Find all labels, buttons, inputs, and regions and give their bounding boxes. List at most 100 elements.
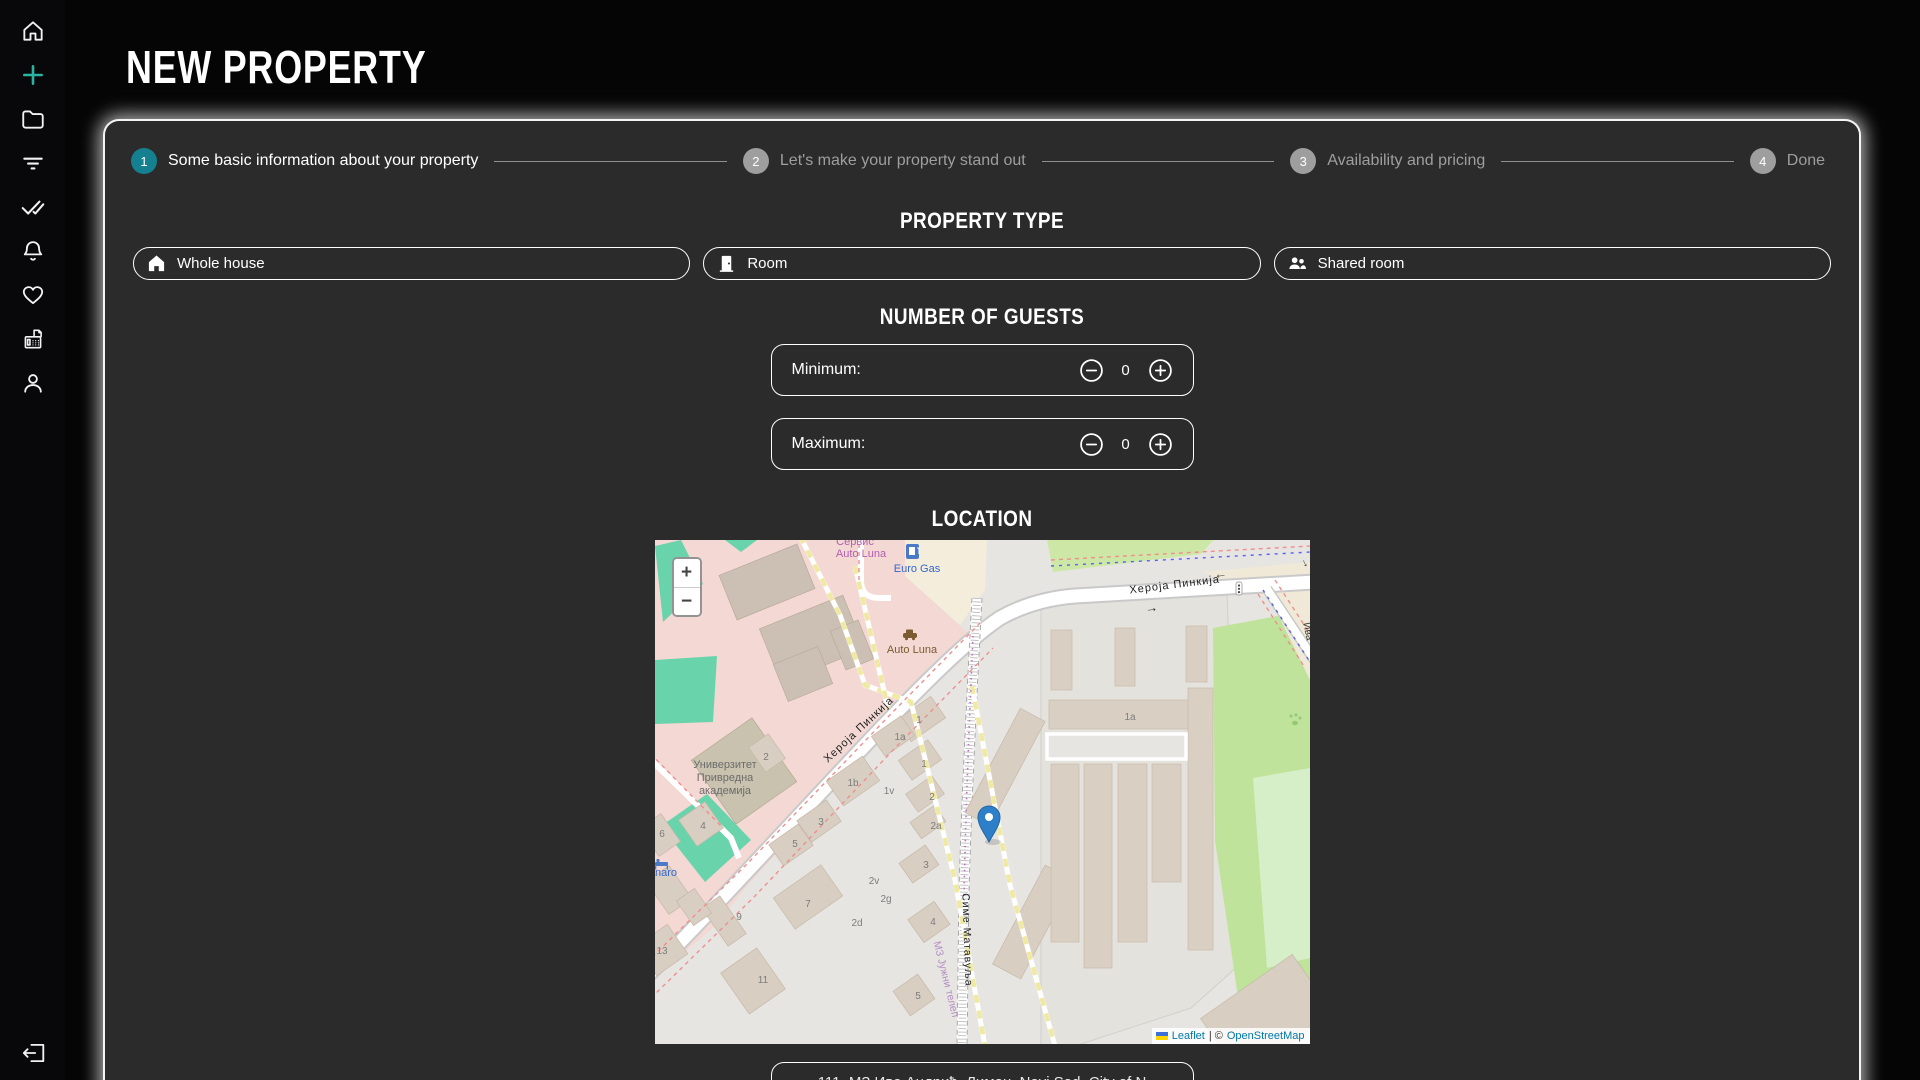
map-label: 11 xyxy=(757,975,768,986)
plus-circle-icon xyxy=(1148,358,1173,383)
guests-maximum-row: Maximum: 0 xyxy=(771,418,1194,470)
map-label: 4 xyxy=(930,917,936,928)
location-heading: LOCATION xyxy=(228,506,1736,532)
bell-icon xyxy=(20,238,46,264)
map-label: 3 xyxy=(818,817,824,828)
map-label: → xyxy=(1144,599,1159,615)
logout-icon xyxy=(20,1040,46,1066)
zoom-out-button[interactable]: − xyxy=(674,587,700,615)
maximum-decrement-button[interactable] xyxy=(1079,432,1104,457)
openstreetmap-link[interactable]: OpenStreetMap xyxy=(1227,1030,1305,1042)
property-type-room[interactable]: Room xyxy=(703,247,1260,280)
stepper: 1 Some basic information about your prop… xyxy=(105,121,1859,174)
property-type-whole-house[interactable]: Whole house xyxy=(133,247,690,280)
step-1-circle: 1 xyxy=(131,148,157,174)
map-label: 1a xyxy=(1124,712,1136,723)
map-label: 2 xyxy=(763,752,769,763)
sidebar-item-add-property[interactable] xyxy=(20,62,46,88)
folder-icon xyxy=(20,106,46,132)
step-1-label: Some basic information about your proper… xyxy=(168,152,478,170)
map-canvas: 11a11b1v2352a32v2g2d791113246451a Сервис… xyxy=(655,540,1310,1044)
map-label: 2 xyxy=(929,792,935,803)
step-4-circle: 4 xyxy=(1750,148,1776,174)
sidebar-item-logout[interactable] xyxy=(20,1040,46,1066)
heart-icon xyxy=(20,282,46,308)
map-label: 5 xyxy=(792,839,798,850)
sidebar-item-filters[interactable] xyxy=(20,150,46,176)
sidebar-item-documents[interactable] xyxy=(20,326,46,352)
minus-circle-icon xyxy=(1079,432,1104,457)
sidebar-item-properties[interactable] xyxy=(20,106,46,132)
map-label: Auto Luna xyxy=(886,644,937,656)
sidebar-item-home[interactable] xyxy=(20,18,46,44)
ukraine-flag-icon xyxy=(1156,1032,1168,1040)
person-icon xyxy=(20,370,46,396)
fax-icon xyxy=(20,326,46,352)
address-field[interactable]: 111, МЗ Иво Андрић, Лиман, Novi Sad, Cit… xyxy=(771,1062,1194,1080)
map-label: 1v xyxy=(883,786,894,797)
map-label: naro xyxy=(655,867,677,879)
people-icon xyxy=(1288,254,1307,273)
minus-circle-icon xyxy=(1079,358,1104,383)
map-label: 2d xyxy=(851,918,862,929)
step-3[interactable]: 3 Availability and pricing xyxy=(1290,148,1485,174)
traffic-signal-icon xyxy=(1236,582,1242,595)
leaflet-link[interactable]: Leaflet xyxy=(1172,1030,1205,1042)
map-label: 4 xyxy=(700,821,706,832)
guests-minimum-label: Minimum: xyxy=(792,361,1079,379)
plus-circle-icon xyxy=(1148,432,1173,457)
property-type-label: Whole house xyxy=(177,255,265,272)
step-connector xyxy=(1501,161,1734,162)
map-label: 9 xyxy=(736,912,742,923)
maximum-increment-button[interactable] xyxy=(1148,432,1173,457)
map-label: 2a xyxy=(930,821,942,832)
fuel-station-icon xyxy=(906,544,919,559)
house-icon xyxy=(147,254,166,273)
property-type-options: Whole house Room Shared room xyxy=(105,247,1859,280)
map-zoom-control: + − xyxy=(672,557,702,617)
map-label: Сервис xyxy=(836,540,874,548)
plus-icon xyxy=(20,62,46,88)
filter-icon xyxy=(20,150,46,176)
zoom-in-button[interactable]: + xyxy=(674,559,700,587)
guests-maximum-value: 0 xyxy=(1117,436,1135,453)
map-label: 1b xyxy=(847,778,859,789)
map-label: 3 xyxy=(923,860,929,871)
guests-minimum-value: 0 xyxy=(1117,362,1135,379)
map-label: 13 xyxy=(656,946,668,957)
sidebar-item-profile[interactable] xyxy=(20,370,46,396)
step-2[interactable]: 2 Let's make your property stand out xyxy=(743,148,1026,174)
minimum-increment-button[interactable] xyxy=(1148,358,1173,383)
sidebar xyxy=(0,0,65,1080)
map-label: 7 xyxy=(805,899,811,910)
sidebar-item-tasks[interactable] xyxy=(20,194,46,220)
sidebar-item-favorites[interactable] xyxy=(20,282,46,308)
map-label: УниверзитетПривреднаакадемија xyxy=(693,759,756,797)
new-property-card: 1 Some basic information about your prop… xyxy=(103,119,1861,1080)
map-label: 6 xyxy=(659,829,665,840)
step-3-label: Availability and pricing xyxy=(1327,152,1485,170)
home-icon xyxy=(20,18,46,44)
map-label: 2v xyxy=(868,876,879,887)
guests-maximum-label: Maximum: xyxy=(792,435,1079,453)
map-label: 1 xyxy=(916,715,922,726)
minimum-decrement-button[interactable] xyxy=(1079,358,1104,383)
location-map[interactable]: 11a11b1v2352a32v2g2d791113246451a Сервис… xyxy=(655,540,1310,1044)
step-1[interactable]: 1 Some basic information about your prop… xyxy=(131,148,478,174)
page-title: NEW PROPERTY xyxy=(126,40,426,94)
step-connector xyxy=(494,161,727,162)
map-label: 1a xyxy=(894,732,906,743)
step-2-circle: 2 xyxy=(743,148,769,174)
map-label: Euro Gas xyxy=(893,563,940,575)
sidebar-item-notifications[interactable] xyxy=(20,238,46,264)
property-type-shared-room[interactable]: Shared room xyxy=(1274,247,1831,280)
double-check-icon xyxy=(20,194,46,220)
map-label: Auto Luna xyxy=(835,548,886,560)
step-4[interactable]: 4 Done xyxy=(1750,148,1825,174)
step-2-label: Let's make your property stand out xyxy=(780,152,1026,170)
step-4-label: Done xyxy=(1787,152,1825,170)
property-type-label: Shared room xyxy=(1318,255,1405,272)
app-window: NEW PROPERTY 1 Some basic information ab… xyxy=(0,0,1920,1080)
property-type-heading: PROPERTY TYPE xyxy=(228,208,1736,234)
door-icon xyxy=(717,254,736,273)
